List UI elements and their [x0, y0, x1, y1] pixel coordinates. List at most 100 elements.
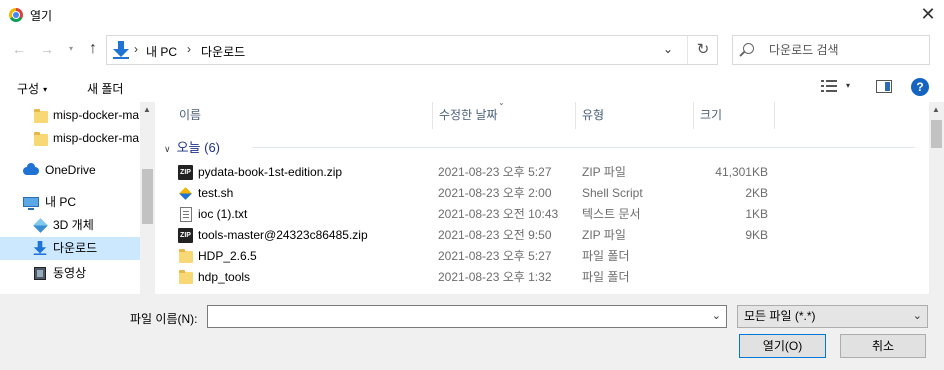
file-size: 41,301KB: [715, 165, 768, 179]
sidebar-item-label: OneDrive: [45, 163, 96, 177]
organize-menu-button[interactable]: 구성 ▾: [17, 80, 47, 97]
folder-icon: [34, 109, 48, 123]
cube-icon: [33, 218, 48, 233]
refresh-button[interactable]: ↻: [687, 36, 718, 64]
zip-file-icon: ZIP: [178, 165, 193, 180]
address-bar-row: ← → ▾ ↑ › 내 PC › 다운로드 ⌄ ↻: [0, 30, 944, 70]
file-type: 텍스트 문서: [582, 207, 641, 221]
folder-icon: [179, 270, 193, 284]
organize-label: 구성: [17, 82, 40, 96]
cloud-icon: [23, 163, 39, 175]
file-list: 이름 수정한 날짜 ⌄ 유형 크기 ∨ 오늘 (6) ZIP pydata-boo…: [156, 102, 929, 294]
file-row[interactable]: test.sh 2021-08-23 오후 2:00 Shell Script …: [156, 183, 929, 204]
chevron-down-icon[interactable]: ⌄: [712, 309, 721, 322]
sidebar-item-videos[interactable]: 동영상: [0, 262, 140, 285]
file-row[interactable]: ZIP pydata-book-1st-edition.zip 2021-08-…: [156, 162, 929, 183]
breadcrumb-separator: ›: [134, 42, 138, 56]
scrollbar-thumb[interactable]: [142, 169, 153, 224]
view-options-icon[interactable]: [821, 80, 837, 92]
group-label: 오늘 (6): [176, 140, 221, 155]
cancel-button[interactable]: 취소: [840, 334, 926, 358]
sort-indicator-icon: ⌄: [498, 102, 505, 107]
close-button[interactable]: ✕: [912, 0, 944, 30]
chevron-down-icon: ⌄: [912, 310, 922, 322]
file-name: ioc (1).txt: [198, 207, 248, 221]
file-type: 파일 폴더: [582, 249, 630, 263]
sidebar-item-onedrive[interactable]: OneDrive: [0, 159, 140, 182]
navigation-pane: misp-docker-ma misp-docker-ma OneDrive 내…: [0, 102, 155, 294]
column-header-name[interactable]: 이름: [173, 102, 433, 129]
scrollbar-thumb[interactable]: [931, 120, 942, 148]
breadcrumb-downloads[interactable]: 다운로드: [201, 43, 245, 60]
file-type: ZIP 파일: [582, 228, 626, 242]
pc-icon: [23, 197, 39, 210]
file-size: 9KB: [745, 228, 768, 242]
file-type: Shell Script: [582, 186, 643, 200]
file-date: 2021-08-23 오후 5:27: [438, 249, 552, 263]
file-name: hdp_tools: [198, 270, 251, 284]
file-row[interactable]: hdp_tools 2021-08-23 오후 1:32 파일 폴더: [156, 267, 929, 288]
scroll-up-arrow[interactable]: ▲: [143, 105, 151, 114]
new-folder-button[interactable]: 새 폴더: [87, 80, 123, 97]
open-button[interactable]: 열기(O): [739, 334, 826, 358]
file-date: 2021-08-23 오후 5:27: [438, 165, 552, 179]
video-icon: [34, 267, 46, 280]
search-box[interactable]: [732, 35, 930, 65]
breadcrumb-separator: ›: [187, 42, 191, 56]
group-header-today[interactable]: ∨ 오늘 (6): [164, 137, 220, 156]
sidebar-item-label: misp-docker-ma: [53, 131, 140, 145]
file-row[interactable]: ZIP tools-master@24323c86485.zip 2021-08…: [156, 225, 929, 246]
chrome-icon: [9, 8, 23, 22]
chevron-down-icon: ∨: [164, 144, 171, 154]
file-name: tools-master@24323c86485.zip: [198, 228, 368, 242]
title-bar: 열기 ✕: [0, 0, 944, 30]
address-bar[interactable]: › 내 PC › 다운로드 ⌄ ↻: [106, 35, 718, 65]
back-button[interactable]: ←: [9, 39, 29, 59]
command-bar: 구성 ▾ 새 폴더 ▾ ?: [0, 72, 944, 102]
sidebar-item-label: 다운로드: [53, 241, 98, 255]
filename-label: 파일 이름(N):: [130, 312, 198, 326]
sidebar-item-my-pc[interactable]: 내 PC: [0, 191, 140, 214]
file-list-scrollbar[interactable]: ▲: [929, 102, 944, 294]
file-size: 2KB: [745, 186, 768, 200]
file-date: 2021-08-23 오후 1:32: [438, 270, 552, 284]
chevron-down-icon: ▾: [43, 85, 48, 94]
scroll-up-arrow[interactable]: ▲: [932, 105, 940, 114]
text-file-icon: [180, 207, 192, 222]
window-title: 열기: [30, 9, 53, 23]
preview-pane-icon[interactable]: [876, 80, 892, 93]
column-header-size[interactable]: 크기: [694, 102, 775, 129]
group-divider: [252, 147, 915, 148]
help-button[interactable]: ?: [911, 78, 929, 96]
filetype-select[interactable]: 모든 파일 (*.*) ⌄: [737, 305, 928, 328]
up-button[interactable]: ↑: [83, 39, 103, 59]
file-date: 2021-08-23 오전 10:43: [438, 207, 559, 221]
address-dropdown-button[interactable]: ⌄: [663, 42, 673, 56]
file-name: HDP_2.6.5: [198, 249, 257, 263]
sidebar-item-misp-docker-1[interactable]: misp-docker-ma: [0, 104, 140, 127]
filename-combobox[interactable]: ⌄: [207, 305, 727, 328]
sidebar-item-3d-objects[interactable]: 3D 개체: [0, 214, 140, 237]
view-dropdown-button[interactable]: ▾: [846, 81, 850, 90]
breadcrumb-my-pc[interactable]: 내 PC: [146, 43, 177, 60]
file-size: 1KB: [745, 207, 768, 221]
file-row[interactable]: HDP_2.6.5 2021-08-23 오후 5:27 파일 폴더: [156, 246, 929, 267]
file-row[interactable]: ioc (1).txt 2021-08-23 오전 10:43 텍스트 문서 1…: [156, 204, 929, 225]
file-type: 파일 폴더: [582, 270, 630, 284]
file-date: 2021-08-23 오전 9:50: [438, 228, 552, 242]
sidebar-item-downloads[interactable]: 다운로드: [0, 237, 140, 260]
search-input[interactable]: [769, 41, 919, 59]
column-header-type[interactable]: 유형: [576, 102, 694, 129]
sidebar-item-label: misp-docker-ma: [53, 108, 140, 122]
forward-button[interactable]: →: [37, 39, 57, 59]
folder-icon: [34, 132, 48, 146]
shell-script-icon: [178, 186, 193, 201]
sidebar-scrollbar[interactable]: ▲: [140, 102, 155, 294]
sidebar-item-label: 3D 개체: [53, 218, 94, 232]
search-icon: [743, 43, 754, 54]
sidebar-item-misp-docker-2[interactable]: misp-docker-ma: [0, 127, 140, 150]
recent-locations-button[interactable]: ▾: [61, 39, 81, 59]
filename-input[interactable]: [212, 309, 702, 324]
file-type: ZIP 파일: [582, 165, 626, 179]
zip-file-icon: ZIP: [178, 228, 193, 243]
